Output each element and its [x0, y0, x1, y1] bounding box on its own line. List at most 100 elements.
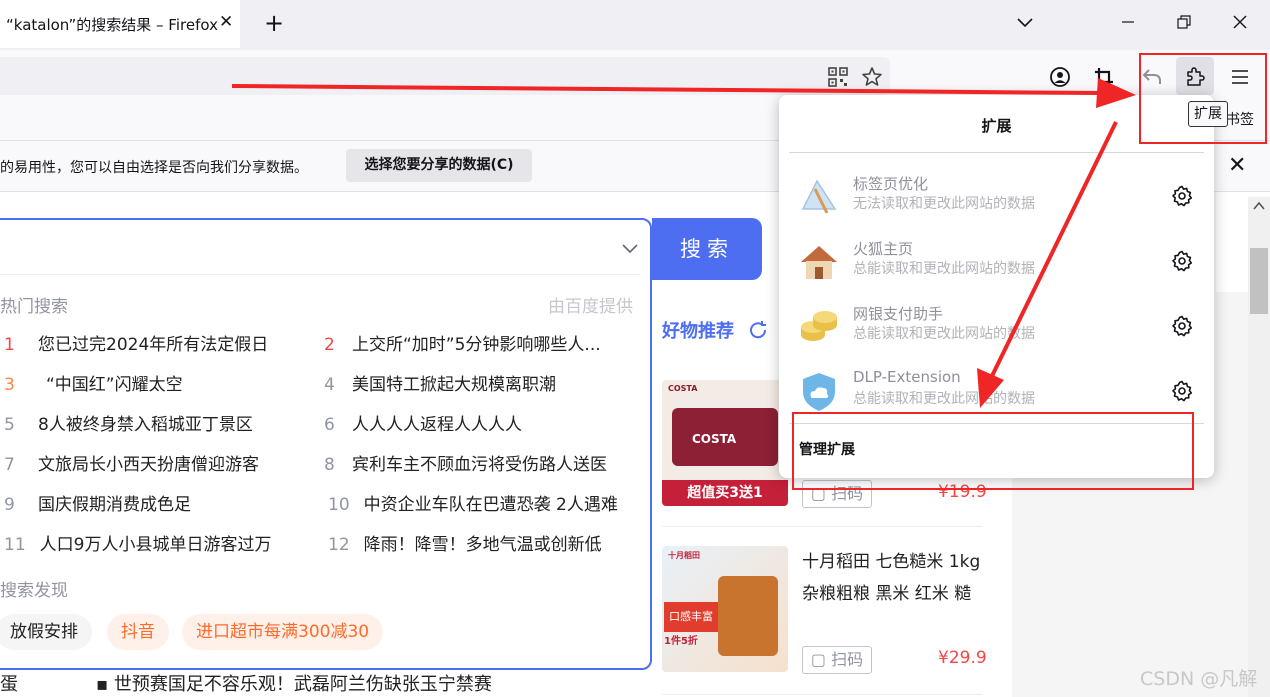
product-price: ¥29.9	[938, 648, 987, 668]
rank-number: 5	[4, 415, 15, 435]
bookmark-star-icon[interactable]	[860, 65, 884, 89]
gear-icon[interactable]	[1170, 184, 1194, 208]
discover-chip-hot[interactable]: 进口超市每满300减30	[182, 614, 384, 650]
notification-close-icon[interactable]: ✕	[1228, 153, 1246, 178]
tab-close-icon[interactable]: ✕	[219, 12, 233, 32]
hot-search-item[interactable]: 1 您已过完2024年所有法定假日	[0, 330, 268, 358]
rank-number: 3	[4, 375, 15, 395]
news-headline[interactable]: ▪ 世预赛国足不容乐观！武磊阿兰伤缺张玉宁禁赛	[96, 670, 492, 696]
extension-permission: 无法读取和更改此网站的数据	[853, 196, 1035, 212]
extension-permission: 总能读取和更改此网站的数据	[853, 326, 1035, 342]
extension-item-tab-optimizer[interactable]: 标签页优化 无法读取和更改此网站的数据	[779, 167, 1214, 232]
news-fragment[interactable]: 蛋	[0, 670, 18, 696]
search-button[interactable]: 搜索	[652, 218, 762, 280]
product-name[interactable]: 杂粮粗粮 黑米 红米 糙	[802, 578, 971, 610]
refresh-icon[interactable]	[746, 318, 770, 342]
choose-data-to-share-button[interactable]: 选择您要分享的数据(C)	[346, 149, 532, 182]
product-pack	[718, 576, 778, 656]
extension-name: DLP-Extension	[853, 368, 961, 386]
hot-search-text: 降雨！降雪！多地气温或创新低	[363, 535, 602, 555]
extension-item-bank-pay[interactable]: 网银支付助手 总能读取和更改此网站的数据	[779, 297, 1214, 362]
hot-search-text: “中国红”闪耀太空	[46, 375, 183, 395]
brand-label: 十月稻田	[668, 551, 700, 560]
hot-search-text: 宾利车主不顾血污将受伤路人送医	[352, 455, 607, 475]
scroll-up-icon[interactable]	[1252, 200, 1266, 212]
product-name[interactable]: 十月稻田 七色糙米 1kg	[802, 546, 980, 578]
hot-search-text: 人人人人返程人人人人	[352, 415, 522, 435]
annotation-box-extensions-button	[1139, 53, 1267, 144]
rank-number: 8	[324, 455, 335, 475]
annotation-box-manage-extensions	[792, 412, 1194, 490]
active-tab[interactable]: “katalon”的搜索结果 – Firefox ✕	[0, 0, 240, 48]
hot-search-item[interactable]: 6 人人人人返程人人人人	[324, 410, 522, 438]
pack-brand: COSTA	[692, 432, 737, 446]
rank-number: 10	[328, 495, 350, 515]
hot-search-item[interactable]: 9 国庆假期消费成色足	[0, 490, 191, 518]
hot-search-text: 上交所“加时”5分钟影响哪些人...	[352, 335, 601, 355]
right-column-gap	[1216, 192, 1248, 292]
promo-tag-2: 1件5折	[664, 636, 698, 647]
scan-button[interactable]: ▢ 扫码	[802, 646, 872, 674]
url-bar[interactable]	[0, 57, 890, 95]
hot-search-text: 中资企业车队在巴遭恐袭 2人遇难	[363, 495, 618, 515]
chevron-down-icon[interactable]	[620, 238, 640, 258]
new-tab-button[interactable]: +	[264, 9, 284, 37]
extension-item-firefox-home[interactable]: 火狐主页 总能读取和更改此网站的数据	[779, 232, 1214, 297]
rank-number: 7	[4, 455, 15, 475]
rank-number: 2	[324, 335, 335, 355]
crop-icon[interactable]	[1092, 65, 1116, 89]
hot-search-item[interactable]: 10 中资企业车队在巴遭恐袭 2人遇难	[328, 490, 618, 518]
product-image-rice[interactable]: 十月稻田 口感丰富 1件5折	[662, 546, 788, 672]
hot-search-item[interactable]: 12 降雨！降雪！多地气温或创新低	[328, 530, 602, 558]
tab-optimizer-icon	[801, 179, 837, 214]
hot-search-text: 美国特工掀起大规模离职潮	[352, 375, 556, 395]
watermark: CSDN @凡解	[1140, 668, 1258, 690]
hot-search-item[interactable]: 11 人口9万人小县城单日游客过万	[0, 530, 271, 558]
rank-number: 6	[324, 415, 335, 435]
coins-icon	[801, 311, 837, 341]
hot-search-item[interactable]: 2 上交所“加时”5分钟影响哪些人...	[324, 330, 601, 358]
hot-search-item[interactable]: 3 “中国红”闪耀太空	[0, 370, 183, 398]
goods-recommend-title: 好物推荐	[662, 321, 734, 342]
gear-icon[interactable]	[1170, 379, 1194, 403]
close-window-icon[interactable]	[1230, 12, 1250, 32]
hot-search-item[interactable]: 8 宾利车主不顾血污将受伤路人送医	[324, 450, 607, 478]
restore-icon[interactable]	[1174, 12, 1194, 32]
rank-number: 11	[4, 535, 26, 555]
search-suggestion-box[interactable]	[0, 218, 652, 670]
extension-name: 网银支付助手	[853, 305, 944, 323]
account-icon[interactable]	[1048, 65, 1072, 89]
hot-search-item[interactable]: 7 文旅局长小西天扮唐僧迎游客	[0, 450, 259, 478]
rank-number: 1	[4, 335, 15, 355]
tab-title: “katalon”的搜索结果 – Firefox	[6, 16, 218, 34]
hot-search-text: 人口9万人小县城单日游客过万	[39, 535, 272, 555]
house-icon	[801, 246, 837, 279]
hot-search-text: 文旅局长小西天扮唐僧迎游客	[38, 455, 259, 475]
gear-icon[interactable]	[1170, 249, 1194, 273]
hot-search-item[interactable]: 5 8人被终身禁入稻城亚丁景区	[0, 410, 253, 438]
tab-list-chevron-icon[interactable]	[1015, 12, 1035, 32]
extension-name: 标签页优化	[853, 175, 929, 193]
notification-text: 的易用性，您可以自由选择是否向我们分享数据。	[0, 160, 308, 176]
hot-search-text: 您已过完2024年所有法定假日	[38, 335, 269, 355]
product-image-costa[interactable]: COSTA COSTA 超值买3送1	[662, 380, 788, 506]
scan-label: 扫码	[831, 650, 864, 669]
gear-icon[interactable]	[1170, 314, 1194, 338]
discover-chip[interactable]: 放假安排	[0, 614, 92, 650]
hot-search-item[interactable]: 4 美国特工掀起大规模离职潮	[324, 370, 556, 398]
shield-cloud-icon	[803, 373, 835, 411]
hot-search-source: 由百度提供	[548, 297, 633, 317]
rank-number: 12	[328, 535, 350, 555]
extension-name: 火狐主页	[853, 240, 914, 258]
minimize-icon[interactable]	[1118, 12, 1138, 32]
qr-code-icon[interactable]	[826, 65, 850, 89]
extension-permission: 总能读取和更改此网站的数据	[853, 391, 1035, 407]
brand-label: COSTA	[668, 384, 698, 393]
rank-number: 9	[4, 495, 15, 515]
discover-chip-hot[interactable]: 抖音	[107, 614, 169, 650]
search-discover-title: 搜索发现	[0, 581, 68, 601]
hot-search-text: 国庆假期消费成色足	[38, 495, 191, 515]
divider	[662, 694, 982, 695]
rank-number: 4	[324, 375, 335, 395]
scrollbar-thumb[interactable]	[1250, 248, 1268, 314]
